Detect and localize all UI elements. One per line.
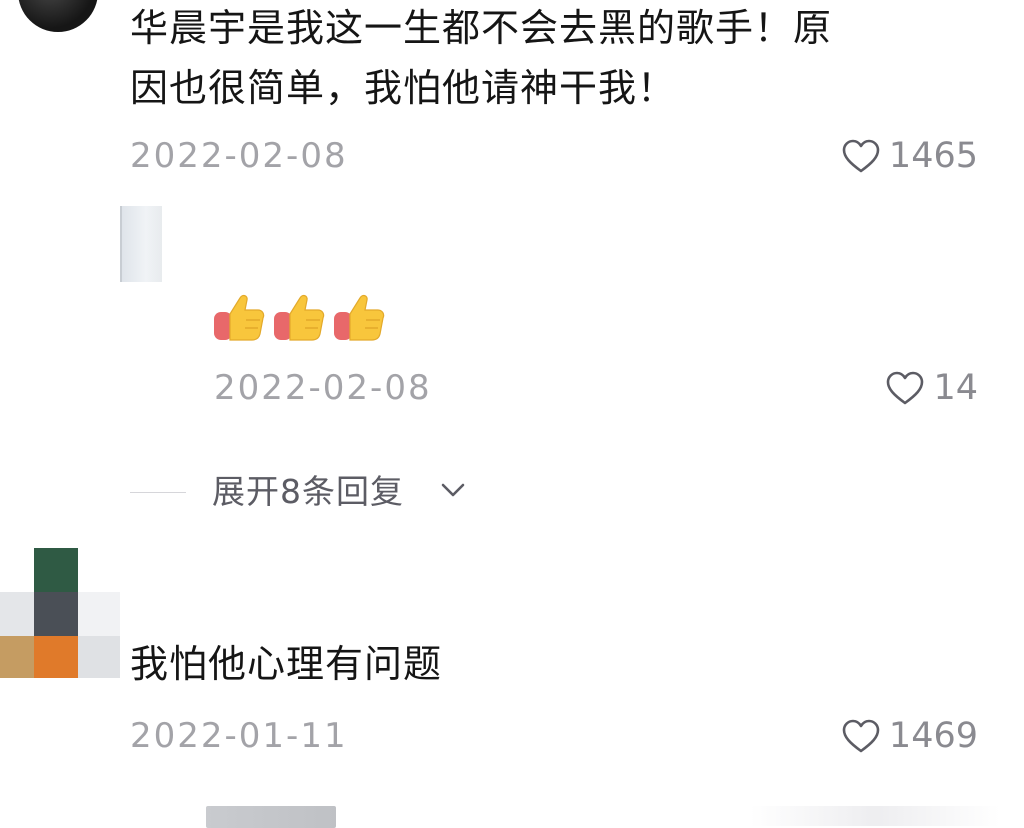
- thumbs-up-icon: [332, 290, 386, 344]
- emoji-row: [212, 290, 386, 344]
- like-count: 1469: [888, 716, 978, 756]
- heart-outline-icon: [841, 718, 881, 754]
- thumbs-up-icon: [272, 290, 326, 344]
- divider: [130, 492, 186, 493]
- comment-text-line1: 我怕他心理有问题: [130, 642, 443, 686]
- heart-outline-icon: [885, 370, 925, 406]
- like-button[interactable]: 1465: [841, 136, 978, 176]
- avatar[interactable]: [206, 806, 336, 828]
- watermark: [750, 806, 1000, 826]
- comment-text-line2: 因也很简单，我怕他请神干我！: [130, 66, 677, 110]
- expand-replies-button[interactable]: 展开8条回复: [212, 470, 404, 514]
- comment-date: 2022-02-08: [130, 136, 348, 176]
- like-count: 14: [933, 368, 978, 408]
- thumbs-up-icon: [212, 290, 266, 344]
- comment-date: 2022-02-08: [214, 368, 432, 408]
- like-button[interactable]: 1469: [841, 716, 978, 756]
- comment-text-line1: 华晨宇是我这一生都不会去黑的歌手！原: [130, 6, 833, 50]
- comment-date: 2022-01-11: [130, 716, 348, 756]
- avatar[interactable]: [18, 0, 98, 32]
- heart-outline-icon: [841, 138, 881, 174]
- like-count: 1465: [888, 136, 978, 176]
- chevron-down-icon[interactable]: [440, 482, 466, 498]
- avatar[interactable]: [120, 206, 162, 282]
- avatar[interactable]: [0, 548, 120, 678]
- like-button[interactable]: 14: [885, 368, 978, 408]
